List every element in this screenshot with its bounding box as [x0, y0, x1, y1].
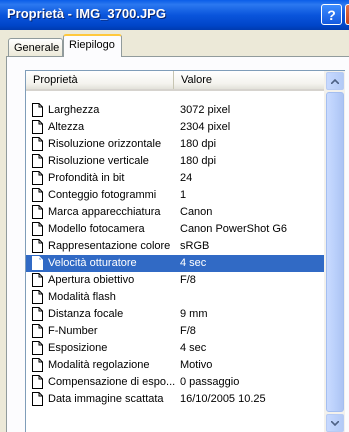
document-icon	[32, 171, 43, 185]
property-value: 2304 pixel	[180, 121, 231, 133]
document-icon	[32, 154, 43, 168]
list-item[interactable]: Profondità in bit 24	[26, 170, 324, 187]
close-button[interactable]	[345, 4, 349, 25]
list-item[interactable]: Risoluzione orizzontale 180 dpi	[26, 136, 324, 153]
property-value: F/8	[180, 274, 196, 286]
property-value: 9 mm	[180, 308, 208, 320]
column-header-label: Valore	[181, 74, 212, 86]
list-item[interactable]: Altezza 2304 pixel	[26, 119, 324, 136]
column-header-property[interactable]: Proprietà	[26, 71, 174, 89]
property-name: Marca apparecchiatura	[48, 206, 161, 218]
tab-riepilogo[interactable]: Riepilogo	[63, 34, 122, 57]
list-item[interactable]: F-Number F/8	[26, 323, 324, 340]
property-name: Conteggio fotogrammi	[48, 189, 157, 201]
arrow-up-icon	[331, 78, 339, 84]
list-item[interactable]: Modello fotocamera Canon PowerShot G6	[26, 221, 324, 238]
tab-label: Riepilogo	[69, 39, 115, 51]
list-item[interactable]: Risoluzione verticale 180 dpi	[26, 153, 324, 170]
document-icon	[32, 307, 43, 321]
property-value: 24	[180, 172, 193, 184]
property-name: Data immagine scattata	[48, 393, 164, 405]
property-name: Rappresentazione colore	[48, 240, 171, 252]
document-icon	[32, 290, 43, 304]
document-icon	[32, 375, 43, 389]
property-value: Canon PowerShot G6	[180, 223, 288, 235]
document-icon	[32, 392, 43, 406]
list-item[interactable]: Esposizione 4 sec	[26, 340, 324, 357]
list-item[interactable]: Apertura obiettivo F/8	[26, 272, 324, 289]
property-name: Modalità flash	[48, 291, 116, 303]
list-item[interactable]: Data immagine scattata 16/10/2005 10.25	[26, 391, 324, 408]
property-name: Esposizione	[48, 342, 108, 354]
list-item[interactable]: Distanza focale 9 mm	[26, 306, 324, 323]
list-item[interactable]: Conteggio fotogrammi 1	[26, 187, 324, 204]
list-item[interactable]: Rappresentazione colore sRGB	[26, 238, 324, 255]
document-icon	[32, 324, 43, 338]
document-icon	[32, 103, 43, 117]
title-bar[interactable]: Proprietà - IMG_3700.JPG ?	[0, 0, 349, 30]
document-icon	[32, 205, 43, 219]
property-value: sRGB	[180, 240, 210, 252]
properties-list[interactable]: Proprietà Valore Larghezza 3072 pixel Alte…	[25, 70, 345, 432]
document-icon	[32, 256, 43, 270]
property-value: 4 sec	[180, 257, 207, 269]
property-name: Altezza	[48, 121, 85, 133]
property-value: Canon	[180, 206, 213, 218]
document-icon	[32, 358, 43, 372]
property-value: 16/10/2005 10.25	[180, 393, 266, 405]
property-name: Larghezza	[48, 104, 100, 116]
property-name: F-Number	[48, 325, 98, 337]
document-icon	[32, 137, 43, 151]
tab-label: Generale	[14, 42, 60, 54]
property-name: Profondità in bit	[48, 172, 125, 184]
property-value: 1	[180, 189, 187, 201]
list-item[interactable]: Modalità flash	[26, 289, 324, 306]
property-name: Modello fotocamera	[48, 223, 145, 235]
help-icon: ?	[327, 6, 336, 23]
document-icon	[32, 239, 43, 253]
list-header: Proprietà Valore	[26, 71, 324, 91]
help-button[interactable]: ?	[321, 4, 342, 25]
property-name: Risoluzione verticale	[48, 155, 149, 167]
list-item[interactable]: Velocità otturatore 4 sec	[26, 255, 324, 272]
property-value: F/8	[180, 325, 196, 337]
document-icon	[32, 341, 43, 355]
document-icon	[32, 120, 43, 134]
window-title: Proprietà - IMG_3700.JPG	[7, 6, 166, 21]
property-value: 180 dpi	[180, 138, 217, 150]
scroll-thumb[interactable]	[326, 92, 344, 412]
list-item[interactable]: Marca apparecchiatura Canon	[26, 204, 324, 221]
property-name: Distanza focale	[48, 308, 124, 320]
column-header-label: Proprietà	[33, 74, 78, 86]
vertical-scrollbar[interactable]	[324, 71, 345, 432]
property-name: Compensazione di espo...	[48, 376, 176, 388]
document-icon	[32, 222, 43, 236]
document-icon	[32, 273, 43, 287]
arrow-down-icon	[331, 420, 339, 426]
document-icon	[32, 188, 43, 202]
property-value: 3072 pixel	[180, 104, 231, 116]
list-item[interactable]: Modalità regolazione Motivo	[26, 357, 324, 374]
scroll-up-button[interactable]	[326, 72, 344, 90]
property-name: Modalità regolazione	[48, 359, 150, 371]
list-item[interactable]: Compensazione di espo... 0 passaggio	[26, 374, 324, 391]
column-header-value[interactable]: Valore	[174, 71, 324, 89]
property-value: 180 dpi	[180, 155, 217, 167]
property-value: Motivo	[180, 359, 213, 371]
tab-generale[interactable]: Generale	[8, 38, 63, 56]
property-name: Apertura obiettivo	[48, 274, 135, 286]
scroll-down-button[interactable]	[326, 414, 344, 432]
property-name: Velocità otturatore	[48, 257, 137, 269]
property-value: 4 sec	[180, 342, 207, 354]
list-rows: Larghezza 3072 pixel Altezza 2304 pixel Riso…	[26, 102, 324, 408]
list-item[interactable]: Larghezza 3072 pixel	[26, 102, 324, 119]
property-value: 0 passaggio	[180, 376, 240, 388]
property-name: Risoluzione orizzontale	[48, 138, 162, 150]
